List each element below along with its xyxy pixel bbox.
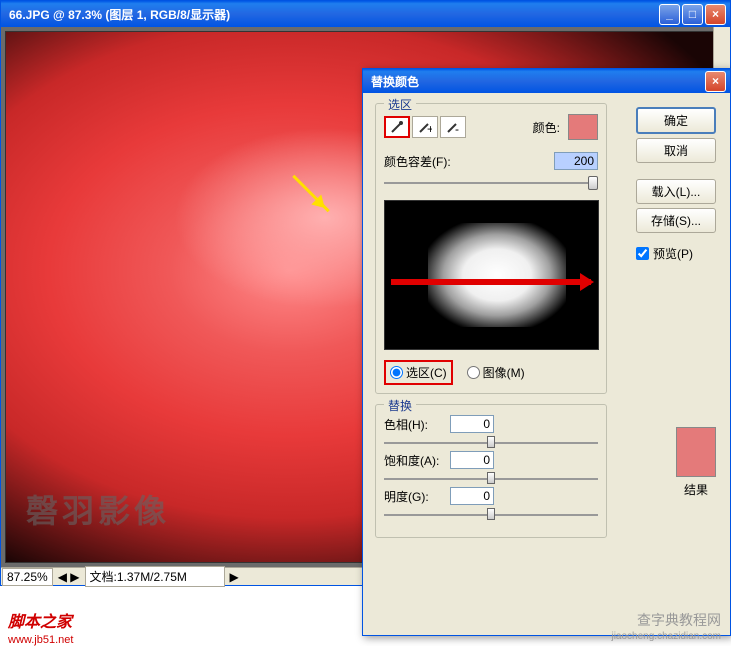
selection-preview[interactable] xyxy=(384,200,599,350)
scroll-arrows[interactable]: ◀ ▶ xyxy=(54,570,84,584)
footer-watermark-url: jiaocheng.chazidian.com xyxy=(611,631,721,642)
light-input[interactable] xyxy=(450,487,494,505)
minimize-button[interactable]: _ xyxy=(659,4,680,25)
sat-input[interactable] xyxy=(450,451,494,469)
color-label: 颜色: xyxy=(533,119,560,136)
ok-button[interactable]: 确定 xyxy=(636,107,716,134)
save-button[interactable]: 存储(S)... xyxy=(636,208,716,233)
page-footer: 脚本之家 www.jb51.net 查字典教程网 jiaocheng.chazi… xyxy=(0,586,731,636)
tolerance-label: 颜色容差(F): xyxy=(384,153,548,170)
result-swatch-group: 结果 xyxy=(676,427,716,498)
doc-size: 文档:1.37M/2.75M xyxy=(85,566,225,587)
annotation-red-arrow xyxy=(391,279,591,285)
radio-image-wrap[interactable]: 图像(M) xyxy=(467,364,525,381)
radio-selection[interactable] xyxy=(390,366,403,379)
window-title: 66.JPG @ 87.3% (图层 1, RGB/8/显示器) xyxy=(5,6,659,23)
sat-label: 饱和度(A): xyxy=(384,452,444,469)
footer-watermark: 查字典教程网 xyxy=(637,610,721,630)
replace-legend: 替换 xyxy=(384,397,416,414)
result-swatch[interactable] xyxy=(676,427,716,477)
zoom-level[interactable]: 87.25% xyxy=(2,568,53,586)
tolerance-input[interactable] xyxy=(554,152,598,170)
color-swatch[interactable] xyxy=(568,114,598,140)
dialog-title: 替换颜色 xyxy=(367,73,705,90)
sat-slider[interactable] xyxy=(384,471,598,487)
eyedropper-add-button[interactable]: + xyxy=(412,116,438,138)
selection-legend: 选区 xyxy=(384,96,416,113)
svg-text:-: - xyxy=(455,122,459,134)
replace-color-dialog: 替换颜色 × 选区 + - 颜色: 颜色容差(F): xyxy=(362,68,731,636)
cancel-button[interactable]: 取消 xyxy=(636,138,716,163)
preview-check-wrap[interactable]: 预览(P) xyxy=(636,245,716,262)
hue-slider[interactable] xyxy=(384,435,598,451)
light-label: 明度(G): xyxy=(384,488,444,505)
dialog-close-button[interactable]: × xyxy=(705,71,726,92)
eyedropper-button[interactable] xyxy=(384,116,410,138)
light-slider[interactable] xyxy=(384,507,598,523)
info-arrow[interactable]: ▶ xyxy=(226,570,243,584)
result-label: 结果 xyxy=(676,481,716,498)
preview-checkbox[interactable] xyxy=(636,247,649,260)
dialog-titlebar[interactable]: 替换颜色 × xyxy=(363,69,730,93)
radio-selection-wrap[interactable]: 选区(C) xyxy=(384,360,453,385)
image-watermark: 磬羽影像 xyxy=(26,486,170,532)
eyedropper-subtract-button[interactable]: - xyxy=(440,116,466,138)
hue-input[interactable] xyxy=(450,415,494,433)
tolerance-slider[interactable] xyxy=(384,174,598,192)
hue-label: 色相(H): xyxy=(384,416,444,433)
main-titlebar[interactable]: 66.JPG @ 87.3% (图层 1, RGB/8/显示器) _ □ × xyxy=(1,1,730,27)
close-button[interactable]: × xyxy=(705,4,726,25)
replace-fieldset: 替换 色相(H): 饱和度(A): 明度(G): xyxy=(375,404,607,538)
maximize-button[interactable]: □ xyxy=(682,4,703,25)
svg-text:+: + xyxy=(427,122,432,134)
radio-image[interactable] xyxy=(467,366,480,379)
preview-label: 预览(P) xyxy=(653,245,693,262)
brand-text: 脚本之家 xyxy=(8,608,72,632)
load-button[interactable]: 载入(L)... xyxy=(636,179,716,204)
selection-fieldset: 选区 + - 颜色: 颜色容差(F): xyxy=(375,103,607,394)
